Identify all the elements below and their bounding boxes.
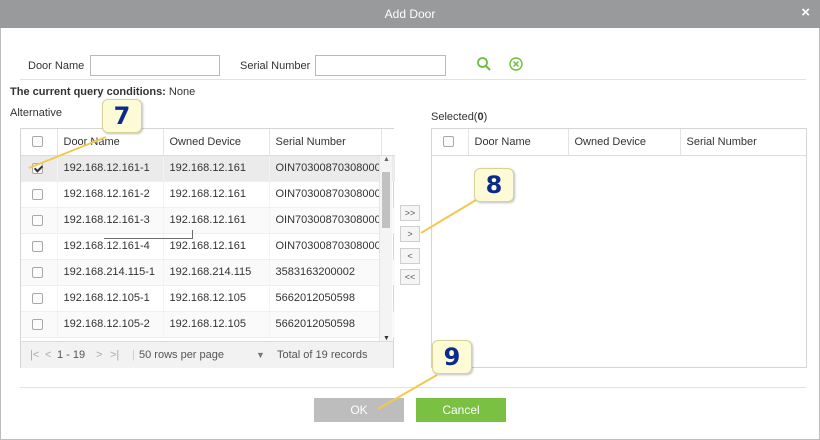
- leader-line-7: [28, 136, 107, 169]
- callout-step-9: 9: [432, 340, 472, 374]
- callout-step-7: 7: [102, 99, 142, 133]
- leader-line-9: [377, 374, 438, 410]
- leader-line-8: [420, 199, 477, 234]
- callout-step-8: 8: [474, 168, 514, 202]
- callout-leader-lines: [28, 136, 477, 410]
